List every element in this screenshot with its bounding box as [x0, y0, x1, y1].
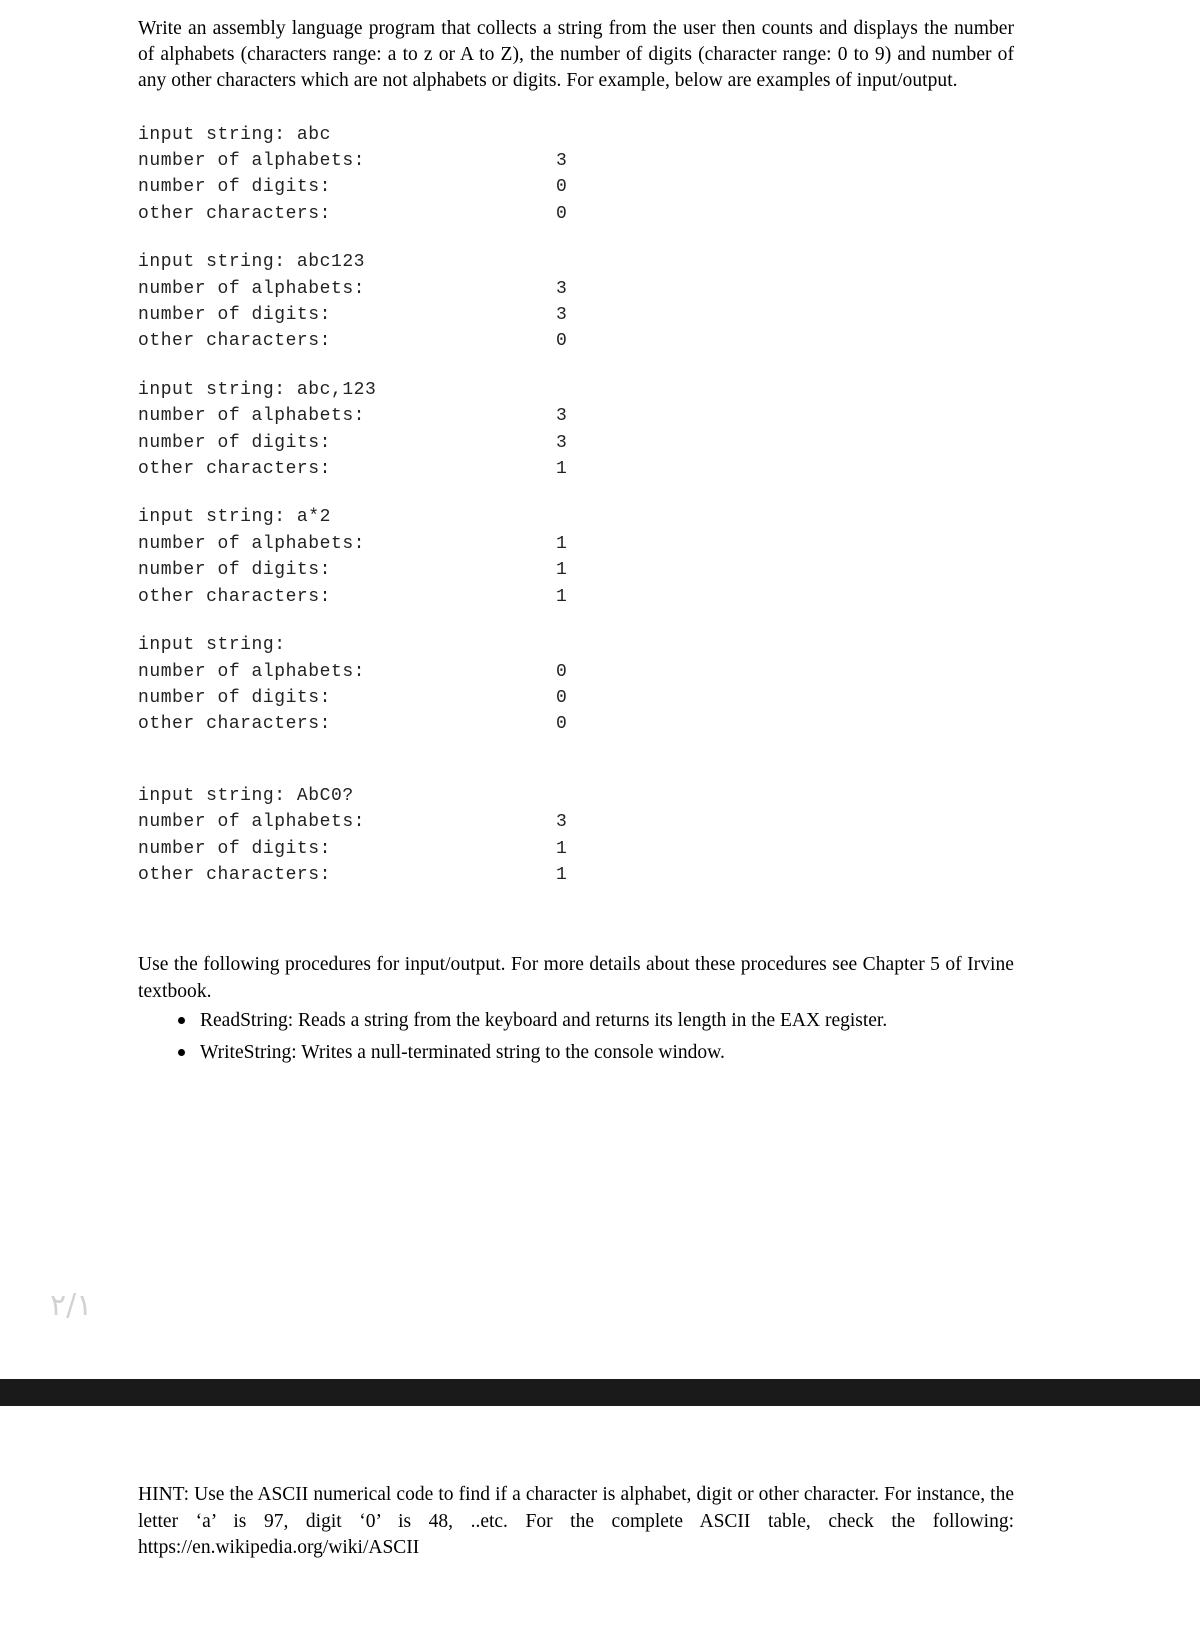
example-block: input string: a*2 number of alphabets: 1… — [138, 504, 1014, 610]
list-item: ReadString: Reads a string from the keyb… — [138, 1005, 1014, 1037]
example-row: number of digits: 0 — [138, 174, 1014, 200]
example-row-label: number of alphabets: — [138, 406, 366, 427]
example-row-label: number of digits: — [138, 687, 331, 708]
example-row-label: number of digits: — [138, 305, 331, 326]
example-row-label: other characters: — [138, 331, 331, 352]
example-row-value: 3 — [556, 812, 568, 833]
example-row-value: 3 — [556, 406, 568, 427]
example-row-label: number of alphabets: — [138, 278, 366, 299]
example-row: number of alphabets: 3 — [138, 809, 1014, 835]
example-row-label: number of digits: — [138, 432, 331, 453]
example-row-label: number of alphabets: — [138, 533, 366, 554]
example-row-value: 1 — [556, 586, 568, 607]
example-row: other characters: 0 — [138, 201, 1014, 227]
document-bottom-section: HINT: Use the ASCII numerical code to fi… — [138, 1482, 1014, 1562]
example-row-value: 1 — [556, 533, 568, 554]
example-row-value: 0 — [556, 687, 568, 708]
document-page: Write an assembly language program that … — [0, 0, 1200, 1632]
example-block: input string: abc123 number of alphabets… — [138, 249, 1014, 355]
example-row: number of alphabets: 0 — [138, 659, 1014, 685]
intro-paragraph: Write an assembly language program that … — [138, 18, 1014, 92]
example-row-label: other characters: — [138, 203, 331, 224]
example-input-line: input string: abc,123 — [138, 379, 377, 400]
page-separator-bar — [0, 1379, 1200, 1406]
example-row-label: other characters: — [138, 586, 331, 607]
bullet-dot-icon — [178, 1048, 185, 1056]
example-row: other characters: 0 — [138, 711, 1014, 737]
example-row-label: other characters: — [138, 714, 331, 735]
example-row-value: 3 — [556, 305, 568, 326]
hint-paragraph: HINT: Use the ASCII numerical code to fi… — [138, 1484, 1014, 1558]
procedures-paragraph: Use the following procedures for input/o… — [138, 954, 1014, 1002]
example-row-value: 3 — [556, 432, 568, 453]
example-block: input string: abc number of alphabets: 3… — [138, 122, 1014, 228]
example-row: number of digits: 0 — [138, 685, 1014, 711]
example-row-label: number of alphabets: — [138, 151, 366, 172]
example-row-value: 3 — [556, 278, 568, 299]
example-row: number of digits: 1 — [138, 836, 1014, 862]
example-row-value: 0 — [556, 331, 568, 352]
list-item-label: WriteString: Writes a null-terminated st… — [200, 1041, 725, 1063]
example-block: input string: number of alphabets: 0 num… — [138, 632, 1014, 738]
example-row-value: 0 — [556, 714, 568, 735]
procedures-section: Use the following procedures for input/o… — [138, 952, 1014, 1068]
example-input-line: input string: — [138, 635, 286, 656]
example-input-line: input string: abc — [138, 124, 331, 145]
example-row-label: number of digits: — [138, 560, 331, 581]
page-number-marker: ٢/١ — [50, 1288, 93, 1323]
example-row: number of alphabets: 3 — [138, 276, 1014, 302]
example-row: other characters: 0 — [138, 328, 1014, 354]
procedures-bullet-list: ReadString: Reads a string from the keyb… — [138, 1005, 1014, 1069]
example-row: number of digits: 3 — [138, 430, 1014, 456]
example-row: number of digits: 1 — [138, 557, 1014, 583]
example-row-value: 3 — [556, 151, 568, 172]
example-row-value: 0 — [556, 661, 568, 682]
example-row-label: number of alphabets: — [138, 661, 366, 682]
bullet-dot-icon — [178, 1016, 185, 1024]
example-row-label: number of alphabets: — [138, 812, 366, 833]
example-input-line: input string: abc123 — [138, 252, 366, 273]
example-row-label: number of digits: — [138, 838, 331, 859]
document-top-section: Write an assembly language program that … — [138, 16, 1014, 1069]
example-row: number of alphabets: 3 — [138, 148, 1014, 174]
list-item-label: ReadString: Reads a string from the keyb… — [200, 1009, 888, 1031]
example-row: number of alphabets: 1 — [138, 531, 1014, 557]
list-item: WriteString: Writes a null-terminated st… — [138, 1037, 1014, 1069]
example-row-label: other characters: — [138, 864, 331, 885]
example-block: input string: AbC0? number of alphabets:… — [138, 783, 1014, 889]
example-row: other characters: 1 — [138, 584, 1014, 610]
example-input-line: input string: a*2 — [138, 507, 331, 528]
example-input-line: input string: AbC0? — [138, 785, 354, 806]
example-row: number of digits: 3 — [138, 302, 1014, 328]
example-row-value: 0 — [556, 177, 568, 198]
example-row: number of alphabets: 3 — [138, 403, 1014, 429]
example-row: other characters: 1 — [138, 862, 1014, 888]
example-row: other characters: 1 — [138, 456, 1014, 482]
example-row-value: 0 — [556, 203, 568, 224]
example-row-value: 1 — [556, 838, 568, 859]
example-row-value: 1 — [556, 864, 568, 885]
example-row-label: other characters: — [138, 459, 331, 480]
example-io-blocks: input string: abc number of alphabets: 3… — [138, 122, 1014, 889]
example-row-value: 1 — [556, 459, 568, 480]
example-block: input string: abc,123 number of alphabet… — [138, 377, 1014, 483]
example-row-value: 1 — [556, 560, 568, 581]
example-row-label: number of digits: — [138, 177, 331, 198]
